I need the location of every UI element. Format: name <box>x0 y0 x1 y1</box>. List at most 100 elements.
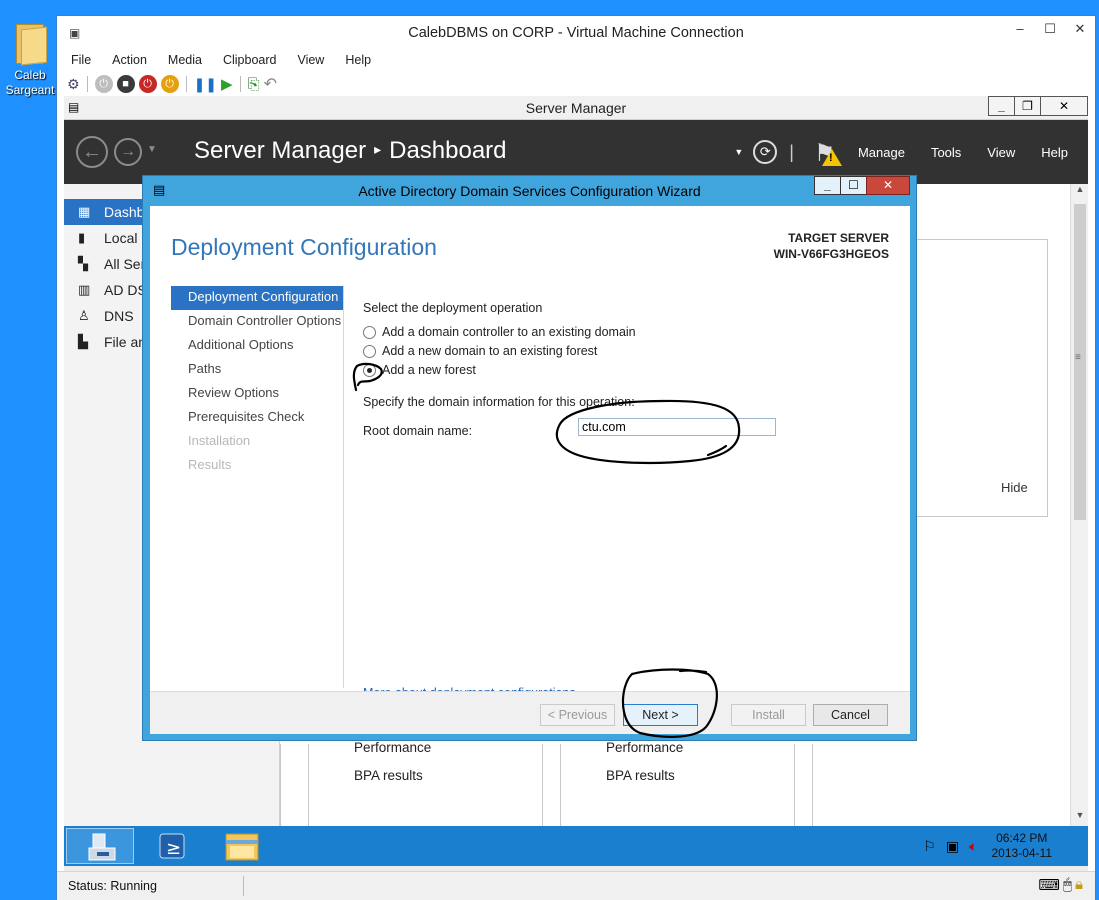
sm-minimize-button[interactable]: _ <box>988 96 1015 116</box>
resume-icon[interactable]: ▶ <box>221 75 233 93</box>
target-server-label: TARGET SERVER <box>788 231 889 245</box>
step-paths[interactable]: Paths <box>171 358 343 382</box>
root-domain-input[interactable] <box>578 418 776 436</box>
radio-add-domain-existing-forest[interactable]: Add a new domain to an existing forest <box>363 342 883 361</box>
vm-status-bar: Status: Running ⌨ 🖱︎ 🔒︎ <box>57 871 1095 900</box>
cancel-button[interactable]: Cancel <box>813 704 888 726</box>
clock-time: 06:42 PM <box>996 831 1048 845</box>
wizard-maximize-button[interactable]: ☐ <box>840 176 867 195</box>
maximize-button[interactable]: ☐ <box>1035 16 1065 42</box>
breadcrumb: Server Manager ▸ Dashboard <box>194 137 507 165</box>
taskbar-file-explorer[interactable] <box>208 828 276 864</box>
header-menu-manage[interactable]: Manage <box>858 145 905 160</box>
radio-add-new-forest[interactable]: Add a new forest <box>363 361 883 380</box>
minimize-button[interactable]: – <box>1005 16 1035 42</box>
svg-text:≥: ≥ <box>166 838 181 859</box>
header-menu-help[interactable]: Help <box>1041 145 1068 160</box>
breadcrumb-page: Dashboard <box>389 137 507 164</box>
notifications-flag-icon[interactable]: ⚑! <box>810 137 842 167</box>
radio-button-selected[interactable] <box>363 364 376 377</box>
volume-muted-icon[interactable]: 🔈︎ <box>969 838 977 855</box>
shutdown-icon[interactable]: ⏻ <box>138 75 157 93</box>
wizard-close-button[interactable]: ✕ <box>866 176 910 195</box>
wizard-footer: < Previous Next > Install Cancel <box>150 691 910 734</box>
previous-button: < Previous <box>540 704 615 726</box>
radio-button[interactable] <box>363 345 376 358</box>
tile-performance[interactable]: Performance <box>354 740 431 755</box>
tile-divider <box>542 744 543 826</box>
network-icon[interactable]: ▣ <box>946 838 959 855</box>
file-explorer-icon <box>225 833 259 861</box>
breadcrumb-separator-icon: ▸ <box>374 141 382 157</box>
refresh-icon[interactable]: ⟳ <box>753 140 778 164</box>
wizard-steps: Deployment Configuration Domain Controll… <box>171 286 343 478</box>
step-prerequisites-check[interactable]: Prerequisites Check <box>171 406 343 430</box>
menu-media[interactable]: Media <box>154 51 209 71</box>
hide-link[interactable]: Hide <box>1001 480 1028 495</box>
header-menu-view[interactable]: View <box>987 145 1015 160</box>
step-installation: Installation <box>188 433 251 448</box>
action-center-flag-icon[interactable]: ⚐ <box>923 838 936 855</box>
step-domain-controller-options[interactable]: Domain Controller Options <box>171 310 343 334</box>
taskbar-powershell[interactable]: ≥ <box>138 828 206 864</box>
operation-prompt: Select the deployment operation <box>363 301 543 315</box>
ctrl-alt-del-icon[interactable]: ⚙ <box>67 76 80 93</box>
wizard-title: Active Directory Domain Services Configu… <box>358 183 701 199</box>
desktop-icon-label-2: Sargeant <box>5 83 55 97</box>
vm-title-bar[interactable]: ▣ CalebDBMS on CORP - Virtual Machine Co… <box>57 16 1095 50</box>
step-results: Results <box>188 457 232 472</box>
header-menu-tools[interactable]: Tools <box>931 145 961 160</box>
wizard-title-bar[interactable]: ▤ Active Directory Domain Services Confi… <box>143 176 916 206</box>
menu-file[interactable]: File <box>57 51 98 71</box>
vm-window-title: CalebDBMS on CORP - Virtual Machine Conn… <box>408 25 744 41</box>
save-state-icon[interactable]: ⏻ <box>160 75 179 93</box>
vm-status-text: Status: Running <box>68 879 157 893</box>
start-icon[interactable]: ⏻ <box>94 75 113 93</box>
checkpoint-icon[interactable]: ⎘ <box>248 76 260 93</box>
taskbar-server-manager[interactable] <box>66 828 134 864</box>
step-review-options[interactable]: Review Options <box>171 382 343 406</box>
pause-icon[interactable]: ❚❚ <box>194 76 217 93</box>
taskbar: ≥ ⚐ ▣ 🔈︎ 06:42 PM 2013-04-11 <box>64 826 1088 866</box>
sm-close-button[interactable]: ✕ <box>1040 96 1088 116</box>
wizard-heading: Deployment Configuration <box>171 234 437 260</box>
step-deployment-configuration[interactable]: Deployment Configuration <box>171 286 343 310</box>
vertical-scrollbar[interactable]: ▲ ≡ ▼ <box>1070 184 1088 826</box>
powershell-icon: ≥ <box>159 833 185 859</box>
target-server: TARGET SERVER WIN-V66FG3HGEOS <box>774 230 889 262</box>
turn-off-icon[interactable]: ■ <box>116 75 135 93</box>
wizard-minimize-button[interactable]: _ <box>814 176 841 195</box>
tile-bpa-results[interactable]: BPA results <box>354 768 423 783</box>
menu-action[interactable]: Action <box>98 51 154 71</box>
desktop-icon-user-folder[interactable]: Caleb Sargeant <box>4 18 56 98</box>
dns-icon: ♙ <box>78 308 90 323</box>
tile-bpa-results[interactable]: BPA results <box>606 768 675 783</box>
clock[interactable]: 06:42 PM 2013-04-11 <box>992 831 1053 861</box>
back-arrow-icon[interactable]: ← <box>76 136 108 168</box>
domain-info-prompt: Specify the domain information for this … <box>363 395 635 409</box>
tile-divider <box>794 744 795 826</box>
close-button[interactable]: ✕ <box>1065 16 1095 42</box>
menu-view[interactable]: View <box>283 51 331 71</box>
wizard-content: Deployment Configuration TARGET SERVER W… <box>150 206 910 734</box>
tile-performance[interactable]: Performance <box>606 740 683 755</box>
scroll-down-icon[interactable]: ▼ <box>1071 810 1088 826</box>
folder-icon <box>13 18 47 66</box>
server-manager-title-bar[interactable]: ▤ Server Manager _ ❐ ✕ <box>64 96 1088 120</box>
keyboard-icon: ⌨ <box>1038 877 1060 894</box>
deployment-form: Select the deployment operation Add a do… <box>363 301 883 438</box>
forward-arrow-icon[interactable]: → <box>114 138 142 166</box>
radio-add-dc-existing-domain[interactable]: Add a domain controller to an existing d… <box>363 323 883 342</box>
nav-dropdown-icon[interactable]: ▼ <box>147 144 157 155</box>
welcome-panel: Hide <box>914 239 1048 517</box>
menu-help[interactable]: Help <box>331 51 378 71</box>
step-additional-options[interactable]: Additional Options <box>171 334 343 358</box>
radio-button[interactable] <box>363 326 376 339</box>
revert-icon[interactable]: ↶ <box>264 74 277 94</box>
header-dropdown-icon[interactable]: ▼ <box>734 147 743 157</box>
next-button[interactable]: Next > <box>623 704 698 726</box>
sm-restore-button[interactable]: ❐ <box>1014 96 1041 116</box>
menu-clipboard[interactable]: Clipboard <box>209 51 284 71</box>
clock-date: 2013-04-11 <box>991 846 1053 860</box>
scroll-up-icon[interactable]: ▲ <box>1071 184 1088 200</box>
